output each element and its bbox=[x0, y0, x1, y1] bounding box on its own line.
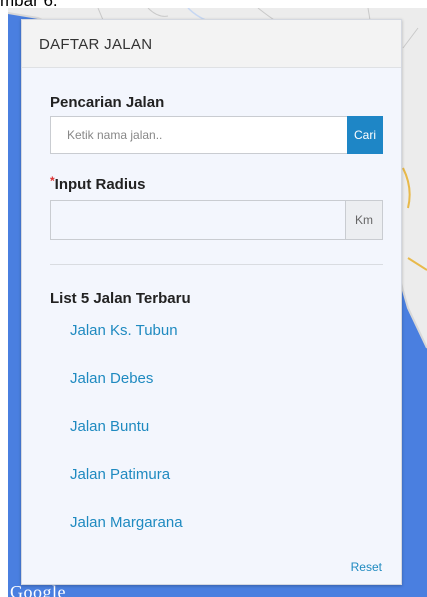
required-marker: * bbox=[50, 174, 55, 188]
radius-label-text: Input Radius bbox=[54, 176, 146, 193]
search-button[interactable]: Cari bbox=[347, 116, 383, 154]
recent-roads-heading: List 5 Jalan Terbaru bbox=[50, 290, 191, 307]
road-link[interactable]: Jalan Debes bbox=[70, 370, 183, 418]
recent-roads-list: Jalan Ks. Tubun Jalan Debes Jalan Buntu … bbox=[70, 322, 183, 562]
radius-unit: Km bbox=[345, 200, 383, 240]
radius-label: *Input Radius bbox=[50, 174, 146, 193]
search-label: Pencarian Jalan bbox=[50, 94, 165, 111]
road-link[interactable]: Jalan Ks. Tubun bbox=[70, 322, 183, 370]
road-link[interactable]: Jalan Patimura bbox=[70, 466, 183, 514]
panel-title: DAFTAR JALAN bbox=[22, 20, 401, 68]
radius-input[interactable] bbox=[50, 200, 345, 240]
road-list-panel: DAFTAR JALAN Pencarian Jalan Cari *Input… bbox=[21, 19, 402, 585]
road-link[interactable]: Jalan Margarana bbox=[70, 514, 183, 562]
road-link[interactable]: Jalan Buntu bbox=[70, 418, 183, 466]
radius-group: Km bbox=[50, 200, 383, 240]
divider bbox=[50, 264, 383, 265]
figure-caption: mbar 6. bbox=[0, 0, 58, 10]
search-input[interactable] bbox=[50, 116, 347, 154]
search-group: Cari bbox=[50, 116, 383, 154]
reset-link[interactable]: Reset bbox=[351, 560, 382, 574]
